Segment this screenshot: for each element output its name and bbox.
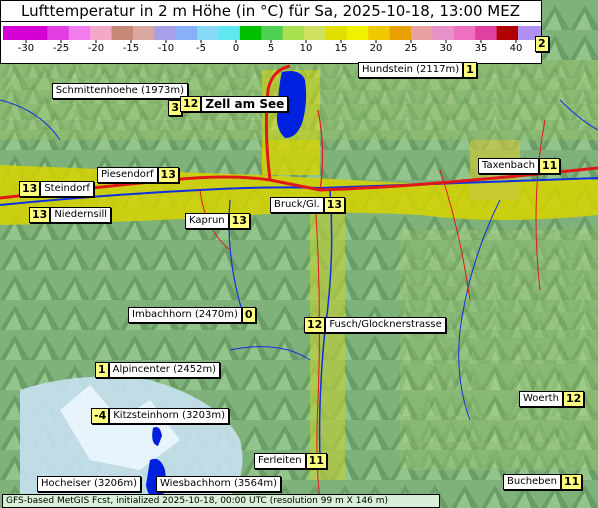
scale-swatch: [47, 26, 70, 40]
scale-swatch: [389, 26, 412, 40]
scale-swatch: [111, 26, 134, 40]
station-name: Bruck/Gl.: [270, 197, 324, 213]
station-name: Hocheiser (3206m): [37, 476, 142, 492]
scale-swatch: [261, 26, 284, 40]
station-name: Taxenbach: [478, 158, 539, 174]
station-temperature: 13: [228, 213, 250, 229]
station-temperature: 12: [562, 391, 585, 407]
station-name: Woerth: [519, 391, 563, 407]
scale-tick-label: -5: [196, 43, 206, 54]
scale-swatch: [453, 26, 476, 40]
scale-swatch: [26, 26, 48, 40]
corner-value: 2: [535, 36, 549, 52]
station-label: -4 Kitzsteinhorn (3203m): [91, 408, 230, 424]
station-label: Bucheben 11: [503, 474, 583, 490]
station-temperature: 1: [463, 62, 477, 78]
station-name: Schmittenhoehe (1973m): [51, 83, 188, 99]
station-label: Wiesbachhorn (3564m): [156, 476, 282, 492]
station-name: Kitzsteinhorn (3203m): [109, 408, 230, 424]
map-title: Lufttemperatur in 2 m Höhe (in °C) für S…: [21, 2, 521, 20]
station-temperature: 12: [304, 317, 326, 333]
map-footer: GFS-based MetGIS Fcst, initialized 2025-…: [2, 494, 440, 508]
map-title-box: Lufttemperatur in 2 m Höhe (in °C) für S…: [0, 0, 542, 22]
station-temperature: 13: [19, 181, 41, 197]
scale-swatch: [496, 26, 519, 40]
scale-swatch: [282, 26, 305, 40]
scale-swatch: [432, 26, 455, 40]
station-temperature: 13: [29, 207, 51, 223]
station-label: Hundstein (2117m) 1: [358, 62, 477, 78]
station-name: Fusch/Glocknerstrasse: [325, 317, 446, 333]
scale-tick-label: 30: [439, 43, 453, 54]
scale-tick-label: 10: [299, 43, 313, 54]
scale-swatch: [368, 26, 391, 40]
scale-tick-label: 0: [232, 43, 240, 54]
scale-tick-label: -20: [87, 43, 105, 54]
station-label: Bruck/Gl. 13: [270, 197, 345, 213]
station-temperature: -4: [91, 408, 110, 424]
station-temperature: 11: [305, 453, 327, 469]
scale-tick-label: 25: [404, 43, 418, 54]
station-temperature: 12: [180, 96, 202, 112]
scale-tick-label: 15: [334, 43, 348, 54]
temperature-map: [0, 0, 598, 508]
station-name: Imbachhorn (2470m): [128, 307, 242, 323]
station-name: Steindorf: [40, 181, 94, 197]
station-temperature: 0: [241, 307, 256, 323]
scale-tick-label: -30: [17, 43, 35, 54]
station-temperature: 1: [95, 362, 109, 378]
station-label: Ferleiten 11: [254, 453, 327, 469]
scale-tick-label: 35: [474, 43, 488, 54]
station-name: Piesendorf: [97, 167, 158, 183]
scale-tick-label: -15: [122, 43, 140, 54]
scale-swatch: [411, 26, 433, 40]
station-label: 13 Steindorf: [19, 181, 94, 197]
scale-swatch: [218, 26, 241, 40]
scale-swatch: [90, 26, 113, 40]
scale-tick-label: -25: [52, 43, 70, 54]
station-label: Schmittenhoehe (1973m) 3: [51, 83, 188, 116]
color-scale: -30 -25 -20 -15 -10 -5 0 5 10 15 20 25 30 35 40: [0, 22, 542, 64]
station-temperature: 11: [561, 474, 583, 490]
scale-swatch: [197, 26, 220, 40]
station-name: Alpincenter (2452m): [108, 362, 221, 378]
station-label: Taxenbach 11: [478, 158, 561, 174]
scale-swatch: [154, 26, 177, 40]
station-label: Kaprun 13: [185, 213, 250, 229]
station-label: 12 Zell am See: [180, 96, 289, 112]
station-label: 1 Alpincenter (2452m): [95, 362, 221, 378]
station-label: 12 Fusch/Glocknerstrasse: [304, 317, 446, 333]
station-name: Kaprun: [185, 213, 229, 229]
scale-tick-label: 40: [509, 43, 523, 54]
scale-swatch: [132, 26, 155, 40]
scale-swatch: [175, 26, 198, 40]
station-name: Bucheben: [503, 474, 562, 490]
station-label: Piesendorf 13: [97, 167, 179, 183]
scale-low-end: [3, 26, 26, 40]
station-label: Hocheiser (3206m): [37, 476, 142, 492]
corner-value-label: 2: [535, 36, 549, 52]
scale-swatch: [346, 26, 369, 40]
station-name: Zell am See: [201, 96, 289, 112]
scale-tick-label: -10: [157, 43, 175, 54]
scale-tick-label: 20: [369, 43, 383, 54]
scale-swatch: [304, 26, 326, 40]
scale-swatch: [68, 26, 91, 40]
scale-tick-label: 5: [267, 43, 275, 54]
station-label: Woerth 12: [519, 391, 585, 407]
scale-swatch: [239, 26, 262, 40]
station-temperature: 13: [323, 197, 345, 213]
station-name: Niedernsill: [50, 207, 112, 223]
station-label: 13 Niedernsill: [29, 207, 112, 223]
scale-swatch: [325, 26, 348, 40]
station-name: Hundstein (2117m): [358, 62, 464, 78]
station-temperature: 11: [539, 158, 561, 174]
station-label: Imbachhorn (2470m) 0: [128, 307, 256, 323]
station-temperature: 13: [157, 167, 179, 183]
station-name: Ferleiten: [254, 453, 306, 469]
scale-swatch: [475, 26, 498, 40]
station-name: Wiesbachhorn (3564m): [156, 476, 282, 492]
